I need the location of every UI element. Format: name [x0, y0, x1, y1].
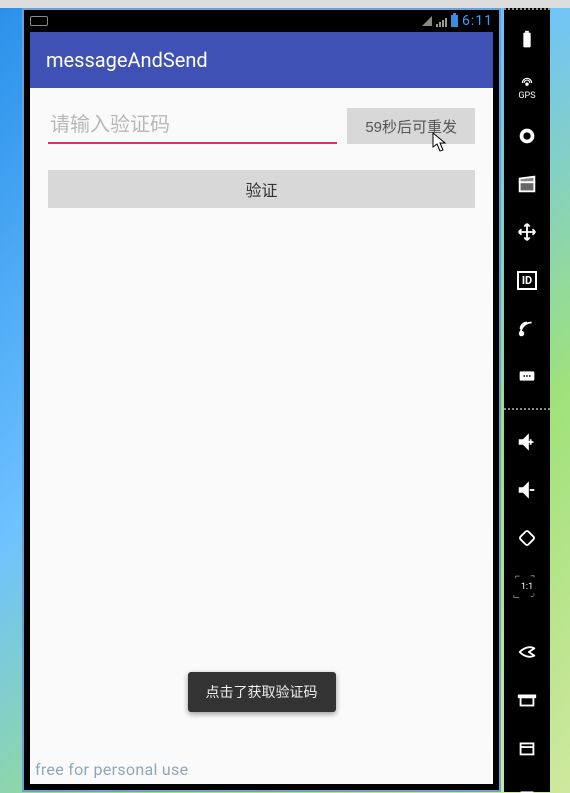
camera-tool-button[interactable]	[504, 112, 550, 160]
gps-tool-button[interactable]: GPS	[504, 64, 550, 112]
network-tool-button[interactable]	[504, 304, 550, 352]
toast-text: 点击了获取验证码	[206, 685, 318, 701]
battery-tool-button[interactable]	[504, 16, 550, 64]
app-title: messageAndSend	[46, 48, 208, 72]
content-area: 59秒后可重发 验证	[30, 88, 493, 208]
move-tool-button[interactable]	[504, 208, 550, 256]
ratio-label: 1:1	[512, 582, 541, 592]
watermark-overlay: free for personal use	[35, 760, 188, 779]
gps-label: GPS	[518, 92, 535, 101]
clapper-tool-button[interactable]	[504, 160, 550, 208]
ratio-button[interactable]: ⌐ ¬ 1:1 ⌙ ⌏	[504, 562, 550, 610]
app-surface: messageAndSend 59秒后可重发 验证 点击了获取验证码	[30, 32, 493, 784]
sms-tool-button[interactable]	[504, 352, 550, 400]
emulator-sidebar: GPS ID ⌐ ¬ 1:1 ⌙ ⌏	[504, 8, 550, 792]
volume-up-button[interactable]	[504, 418, 550, 466]
nav-home-button[interactable]	[504, 676, 550, 724]
toast-message: 点击了获取验证码	[188, 672, 336, 712]
id-label: ID	[517, 271, 537, 290]
emulator-device-frame: 6:11 messageAndSend 59秒后可重发 验证 点击了获取验证码	[22, 8, 501, 792]
nav-menu-button[interactable]	[504, 772, 550, 793]
battery-icon	[451, 15, 458, 27]
resend-button[interactable]: 59秒后可重发	[347, 108, 475, 144]
verify-button[interactable]: 验证	[48, 170, 475, 208]
app-bar: messageAndSend	[30, 32, 493, 88]
verification-code-input[interactable]	[48, 108, 337, 144]
id-tool-button[interactable]: ID	[504, 256, 550, 304]
window-titlebar	[0, 0, 570, 8]
volume-down-button[interactable]	[504, 466, 550, 514]
status-clock: 6:11	[462, 13, 493, 29]
rotate-button[interactable]	[504, 514, 550, 562]
mouse-cursor-icon	[432, 132, 448, 154]
android-status-bar: 6:11	[24, 10, 499, 32]
nav-recent-button[interactable]	[504, 724, 550, 772]
signal-icon	[422, 16, 432, 26]
nav-back-button[interactable]	[504, 628, 550, 676]
cell-icon	[436, 16, 447, 27]
keyboard-icon	[30, 16, 48, 26]
